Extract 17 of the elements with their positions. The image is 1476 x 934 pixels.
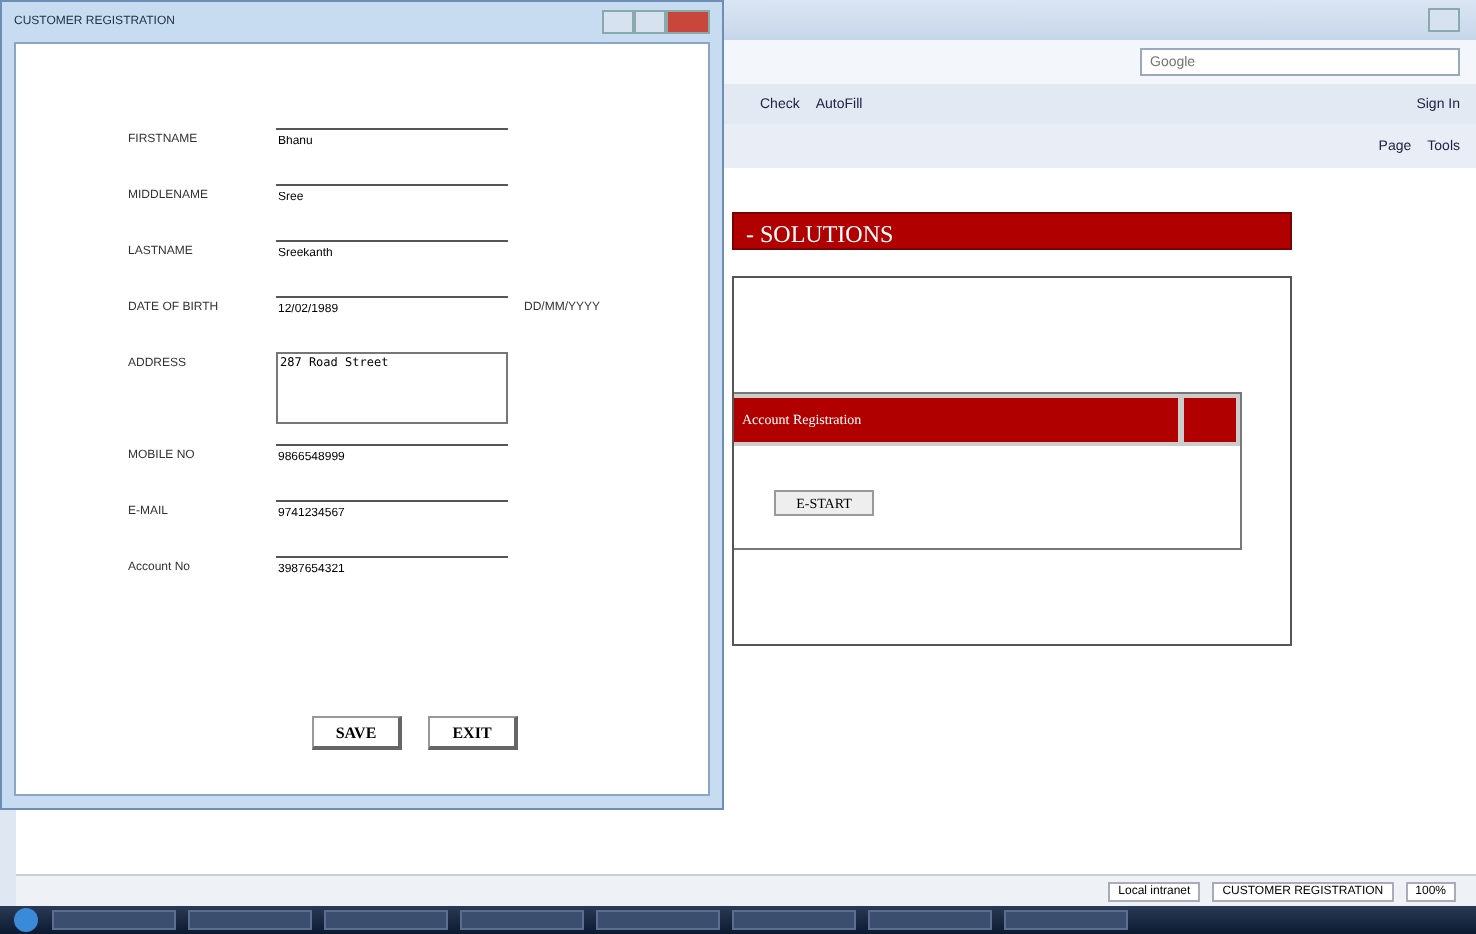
maximize-button[interactable] (634, 10, 666, 34)
minimize-button[interactable] (602, 10, 634, 34)
taskbar-item[interactable] (732, 910, 856, 930)
taskbar-item[interactable] (188, 910, 312, 930)
taskbar-item[interactable] (596, 910, 720, 930)
taskbar-item[interactable] (460, 910, 584, 930)
taskbar-item[interactable] (868, 910, 992, 930)
taskbar-item[interactable] (324, 910, 448, 930)
dialog-button[interactable]: EXIT (428, 716, 518, 750)
header-cell (1184, 398, 1236, 442)
start-orb-icon[interactable] (12, 906, 40, 934)
window-controls[interactable] (1428, 8, 1460, 32)
close-button[interactable] (666, 10, 710, 34)
taskbar-item[interactable] (52, 910, 176, 930)
taskbar-item[interactable] (1004, 910, 1128, 930)
dialog-button[interactable]: SAVE (312, 716, 402, 750)
site-banner: - SOLUTIONS (732, 212, 1292, 250)
